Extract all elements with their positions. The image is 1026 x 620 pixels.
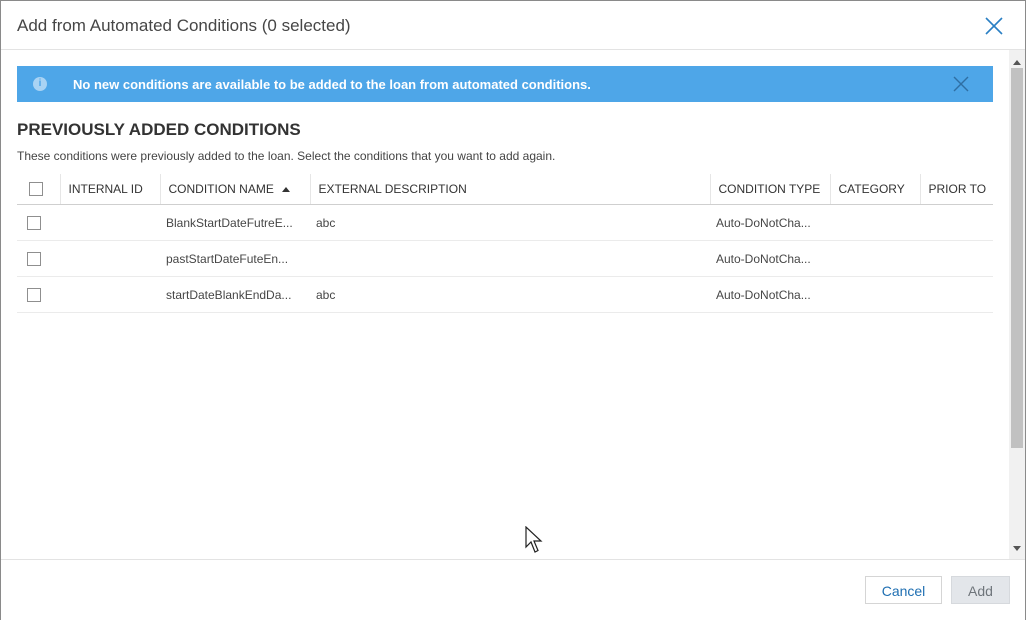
mouse-pointer-icon bbox=[525, 526, 543, 553]
table-header-row: INTERNAL ID CONDITION NAME EXTERNAL DESC… bbox=[17, 174, 993, 205]
info-icon: i bbox=[33, 77, 47, 91]
cancel-button[interactable]: Cancel bbox=[865, 576, 942, 604]
select-all-checkbox[interactable] bbox=[29, 182, 43, 197]
category-cell bbox=[830, 276, 920, 313]
prior-to-cell bbox=[920, 240, 993, 277]
column-header-internal-id[interactable]: INTERNAL ID bbox=[59, 174, 160, 205]
dialog-header: Add from Automated Conditions (0 selecte… bbox=[1, 1, 1025, 50]
dialog-footer: Cancel Add bbox=[1, 559, 1025, 620]
internal-id-cell bbox=[60, 276, 160, 313]
scroll-up-arrow-icon[interactable] bbox=[1013, 60, 1021, 65]
column-header-prior-to[interactable]: PRIOR TO bbox=[919, 174, 993, 205]
table-row[interactable]: startDateBlankEndDa... abc Auto-DoNotCha… bbox=[17, 276, 993, 313]
column-header-category[interactable]: CATEGORY bbox=[829, 174, 920, 205]
add-conditions-dialog: Add from Automated Conditions (0 selecte… bbox=[0, 0, 1026, 620]
table-row[interactable]: BlankStartDateFutreE... abc Auto-DoNotCh… bbox=[17, 204, 993, 241]
table-row[interactable]: pastStartDateFuteEn... Auto-DoNotCha... bbox=[17, 240, 993, 277]
add-button[interactable]: Add bbox=[951, 576, 1010, 604]
category-cell bbox=[830, 204, 920, 241]
info-banner: i No new conditions are available to be … bbox=[17, 66, 993, 102]
category-cell bbox=[830, 240, 920, 277]
dialog-body: i No new conditions are available to be … bbox=[1, 50, 1009, 559]
vertical-scrollbar[interactable] bbox=[1009, 50, 1025, 559]
close-icon bbox=[985, 17, 1003, 35]
scroll-down-arrow-icon[interactable] bbox=[1013, 546, 1021, 551]
condition-type-cell: Auto-DoNotCha... bbox=[710, 276, 830, 313]
external-description-cell: abc bbox=[310, 276, 710, 313]
row-checkbox[interactable] bbox=[27, 251, 41, 266]
section-description: These conditions were previously added t… bbox=[17, 149, 556, 163]
close-dialog-button[interactable] bbox=[983, 15, 1005, 37]
dismiss-banner-button[interactable] bbox=[952, 75, 970, 93]
internal-id-cell bbox=[60, 240, 160, 277]
close-icon bbox=[953, 76, 969, 92]
column-header-external-description[interactable]: EXTERNAL DESCRIPTION bbox=[309, 174, 710, 205]
condition-name-cell: BlankStartDateFutreE... bbox=[160, 204, 310, 241]
condition-type-cell: Auto-DoNotCha... bbox=[710, 204, 830, 241]
sort-ascending-icon bbox=[281, 187, 290, 193]
prior-to-cell bbox=[920, 276, 993, 313]
banner-message: No new conditions are available to be ad… bbox=[73, 77, 591, 92]
condition-type-cell: Auto-DoNotCha... bbox=[710, 240, 830, 277]
conditions-table: INTERNAL ID CONDITION NAME EXTERNAL DESC… bbox=[17, 174, 993, 313]
condition-name-cell: pastStartDateFuteEn... bbox=[160, 240, 310, 277]
column-header-condition-type[interactable]: CONDITION TYPE bbox=[709, 174, 830, 205]
dialog-title: Add from Automated Conditions (0 selecte… bbox=[17, 16, 351, 35]
column-header-condition-name[interactable]: CONDITION NAME bbox=[159, 174, 310, 205]
condition-name-cell: startDateBlankEndDa... bbox=[160, 276, 310, 313]
prior-to-cell bbox=[920, 204, 993, 241]
external-description-cell bbox=[310, 240, 710, 277]
external-description-cell: abc bbox=[310, 204, 710, 241]
select-all-cell bbox=[17, 174, 60, 205]
section-title: PREVIOUSLY ADDED CONDITIONS bbox=[17, 120, 301, 139]
row-checkbox[interactable] bbox=[27, 215, 41, 230]
scrollbar-thumb[interactable] bbox=[1011, 68, 1023, 448]
internal-id-cell bbox=[60, 204, 160, 241]
column-header-label: CONDITION NAME bbox=[168, 182, 274, 196]
row-checkbox[interactable] bbox=[27, 287, 41, 302]
